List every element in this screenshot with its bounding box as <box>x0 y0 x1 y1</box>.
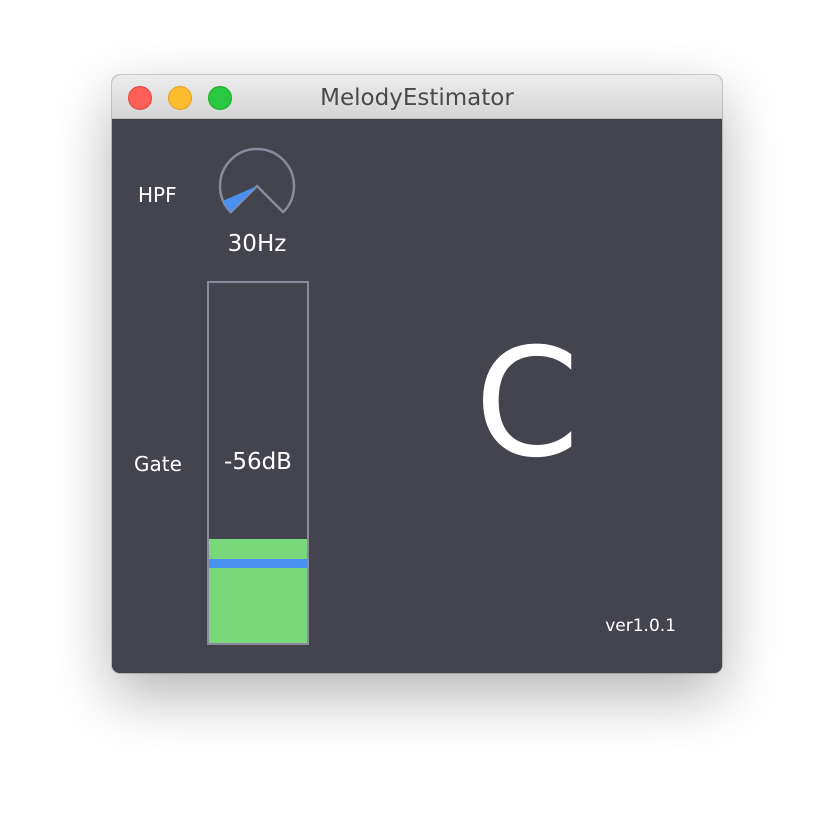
gate-meter-level <box>209 539 307 643</box>
gate-label: Gate <box>134 452 182 476</box>
window-title: MelodyEstimator <box>320 85 514 111</box>
gate-value: -56dB <box>224 449 292 475</box>
app-window: MelodyEstimator HPF 30Hz Gate -56dB C ve… <box>112 75 722 673</box>
hpf-knob[interactable] <box>216 145 298 227</box>
hpf-value: 30Hz <box>227 231 287 257</box>
title-bar[interactable]: MelodyEstimator <box>112 75 722 119</box>
hpf-knob-value-wedge <box>223 186 257 213</box>
hpf-label: HPF <box>138 183 177 207</box>
gate-threshold-handle[interactable] <box>209 559 307 568</box>
detected-note: C <box>474 317 580 491</box>
version-label: ver1.0.1 <box>605 616 676 636</box>
plugin-panel: HPF 30Hz Gate -56dB C ver1.0.1 <box>112 119 722 673</box>
